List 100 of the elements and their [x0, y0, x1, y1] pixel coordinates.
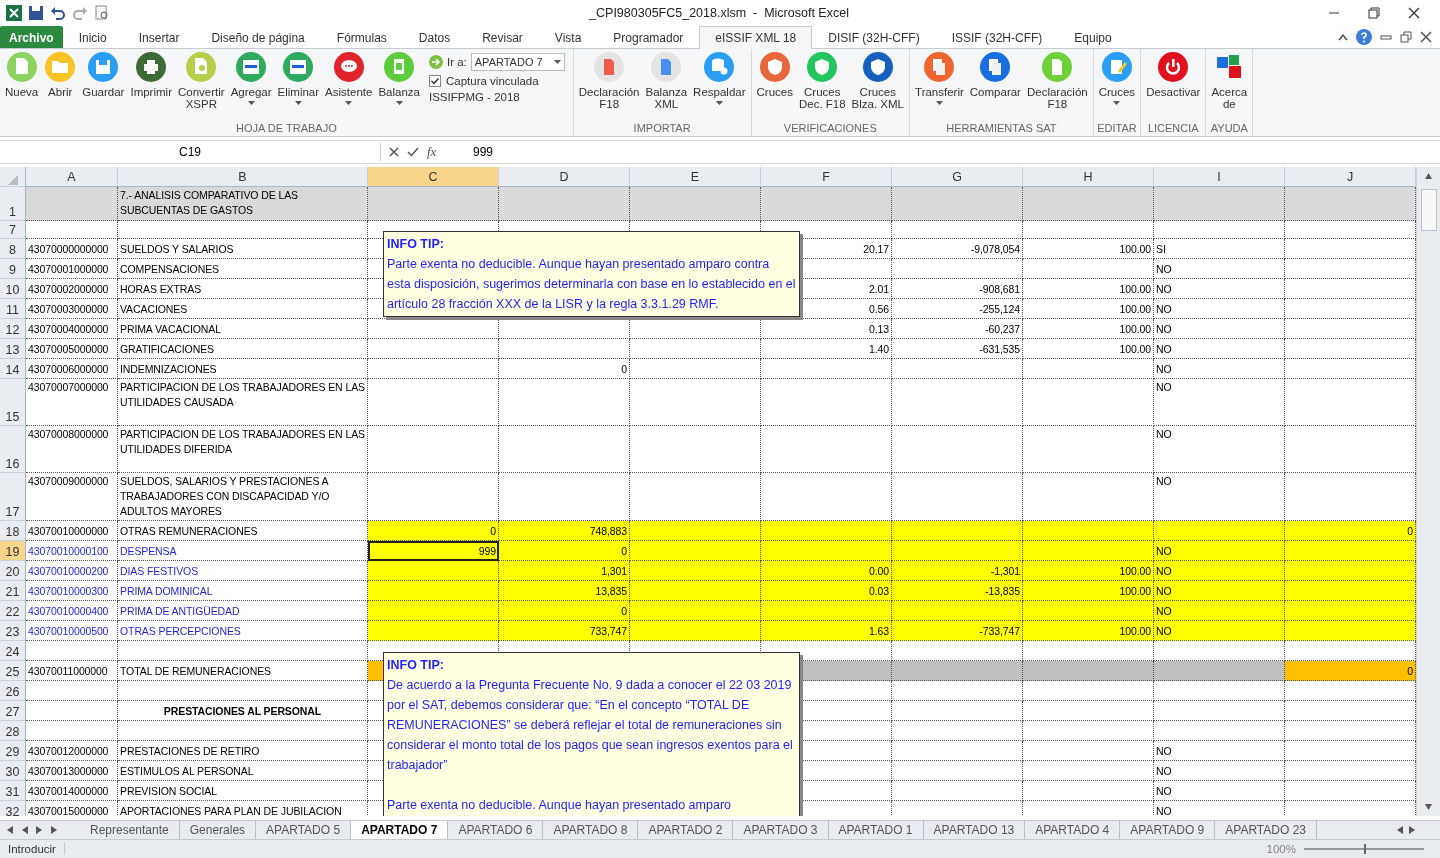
ribbon-button[interactable]: Eliminar [274, 49, 323, 122]
row-header[interactable]: 13 [0, 339, 26, 359]
last-sheet-icon[interactable] [51, 826, 58, 834]
collapse-ribbon-icon[interactable] [1338, 33, 1348, 41]
print-preview-icon[interactable] [94, 5, 110, 21]
sheet-tab[interactable]: APARTADO 7 [351, 821, 449, 839]
ribbon-button[interactable]: Declaración F18 [575, 49, 643, 122]
ribbon-tab[interactable]: Datos [402, 26, 467, 48]
ribbon-tab[interactable]: DISIF (32H-CFF) [812, 26, 936, 48]
scroll-right-icon[interactable] [1409, 826, 1416, 834]
row-header[interactable]: 11 [0, 299, 26, 319]
ribbon-button[interactable]: Comparar [966, 49, 1024, 122]
next-sheet-icon[interactable] [36, 826, 43, 834]
row-header[interactable]: 19 [0, 541, 26, 561]
row-header[interactable]: 25 [0, 661, 26, 681]
row-header[interactable]: 10 [0, 279, 26, 299]
column-header[interactable]: C [368, 167, 499, 187]
ribbon-tab[interactable]: eISSIF XML 18 [699, 26, 813, 49]
row-header[interactable]: 14 [0, 359, 26, 379]
restore-icon[interactable] [1400, 31, 1412, 43]
row-header[interactable]: 29 [0, 741, 26, 761]
ribbon-button[interactable]: Respaldar [690, 49, 749, 122]
column-header[interactable]: E [630, 167, 761, 187]
ribbon-tab[interactable]: Revisar [466, 26, 539, 48]
row-header[interactable]: 31 [0, 781, 26, 801]
scroll-left-icon[interactable] [1396, 826, 1403, 834]
ribbon-button[interactable]: Cruces Blza. XML [848, 49, 908, 122]
row-header[interactable]: 1 [0, 187, 26, 221]
ribbon-button[interactable]: Acerca de [1208, 49, 1251, 122]
name-box[interactable]: C19 [0, 143, 381, 161]
row-header[interactable]: 21 [0, 581, 26, 601]
restore-icon[interactable] [1368, 7, 1380, 19]
row-header[interactable]: 20 [0, 561, 26, 581]
row-header[interactable]: 17 [0, 473, 26, 521]
comment-text: Parte exenta no deducible. Aunque hayan presentado amparo [387, 797, 732, 814]
ribbon-tab[interactable]: Programador [597, 26, 700, 48]
ribbon-button[interactable]: Guardar [79, 49, 128, 122]
row-header[interactable]: 8 [0, 239, 26, 259]
row-header[interactable]: 9 [0, 259, 26, 279]
scroll-up-icon[interactable] [1425, 171, 1432, 179]
row-header[interactable]: 24 [0, 641, 26, 661]
ribbon-tab[interactable]: Archivo [0, 26, 63, 48]
table-cell: GRATIFICACIONES [118, 339, 368, 359]
column-header[interactable]: J [1285, 167, 1416, 187]
row-header[interactable]: 26 [0, 681, 26, 701]
column-header[interactable]: G [892, 167, 1023, 187]
row-header[interactable]: 15 [0, 379, 26, 426]
row-header[interactable]: 18 [0, 521, 26, 541]
ribbon-button[interactable]: Cruces Dec. F18 [795, 49, 849, 122]
column-header[interactable]: H [1023, 167, 1154, 187]
row-header[interactable]: 30 [0, 761, 26, 781]
column-header[interactable]: A [26, 167, 118, 187]
row-header[interactable]: 28 [0, 721, 26, 741]
formula-field[interactable]: 999 [469, 145, 1440, 159]
row-header[interactable]: 23 [0, 621, 26, 641]
goto-dropdown[interactable]: APARTADO 7 [470, 53, 565, 71]
ribbon-tab[interactable]: Diseño de página [195, 26, 321, 48]
row-header[interactable]: 12 [0, 319, 26, 339]
ribbon-tab[interactable]: ISSIF (32H-CFF) [935, 26, 1059, 48]
first-sheet-icon[interactable] [6, 826, 13, 834]
column-header[interactable]: I [1154, 167, 1285, 187]
ribbon-button[interactable]: Imprimir [127, 49, 175, 122]
ribbon-button[interactable]: Asistente [322, 49, 376, 122]
ribbon-button[interactable]: Cruces [753, 49, 796, 122]
scroll-down-icon[interactable] [1425, 804, 1432, 812]
row-header[interactable]: 16 [0, 426, 26, 473]
ribbon-tab[interactable]: Fórmulas [320, 26, 403, 48]
ribbon-tab[interactable]: Equipo [1058, 26, 1128, 48]
column-header[interactable]: B [118, 167, 368, 187]
ribbon-button[interactable]: Convertir XSPR [174, 49, 228, 122]
prev-sheet-icon[interactable] [21, 826, 28, 834]
ribbon-button[interactable]: Agregar [227, 49, 275, 122]
cancel-icon[interactable] [389, 147, 399, 157]
minimize-icon[interactable] [1380, 32, 1392, 42]
save-icon[interactable] [28, 5, 44, 21]
ribbon-button[interactable]: Balanza XML [642, 49, 691, 122]
check-icon[interactable] [407, 147, 419, 157]
ribbon-button[interactable]: Nueva [2, 49, 42, 122]
help-icon[interactable] [1356, 29, 1372, 45]
ribbon-button[interactable]: Desactivar [1143, 49, 1204, 122]
ribbon-tab[interactable]: Insertar [122, 26, 196, 48]
column-header[interactable]: D [499, 167, 630, 187]
scrollbar-thumb[interactable] [1420, 189, 1437, 231]
ribbon-button[interactable]: Abrir [41, 49, 80, 122]
ribbon-button[interactable]: Transferir [912, 49, 967, 122]
undo-icon[interactable] [50, 5, 66, 21]
ribbon-button[interactable]: Declaración F18 [1023, 49, 1091, 122]
close-icon[interactable] [1408, 7, 1420, 19]
ribbon-button[interactable]: Cruces [1095, 49, 1139, 122]
ribbon-tab[interactable]: Vista [538, 26, 598, 48]
checkbox[interactable] [428, 75, 441, 87]
ribbon-tab[interactable]: Inicio [62, 26, 123, 48]
insert-function-button[interactable]: fx [427, 144, 437, 160]
row-header[interactable]: 7 [0, 221, 26, 239]
row-header[interactable]: 27 [0, 701, 26, 721]
row-header[interactable]: 32 [0, 801, 26, 816]
ribbon-button[interactable]: Balanza [375, 49, 423, 122]
close-icon[interactable] [1420, 31, 1432, 43]
row-header[interactable]: 22 [0, 601, 26, 621]
column-header[interactable]: F [761, 167, 892, 187]
